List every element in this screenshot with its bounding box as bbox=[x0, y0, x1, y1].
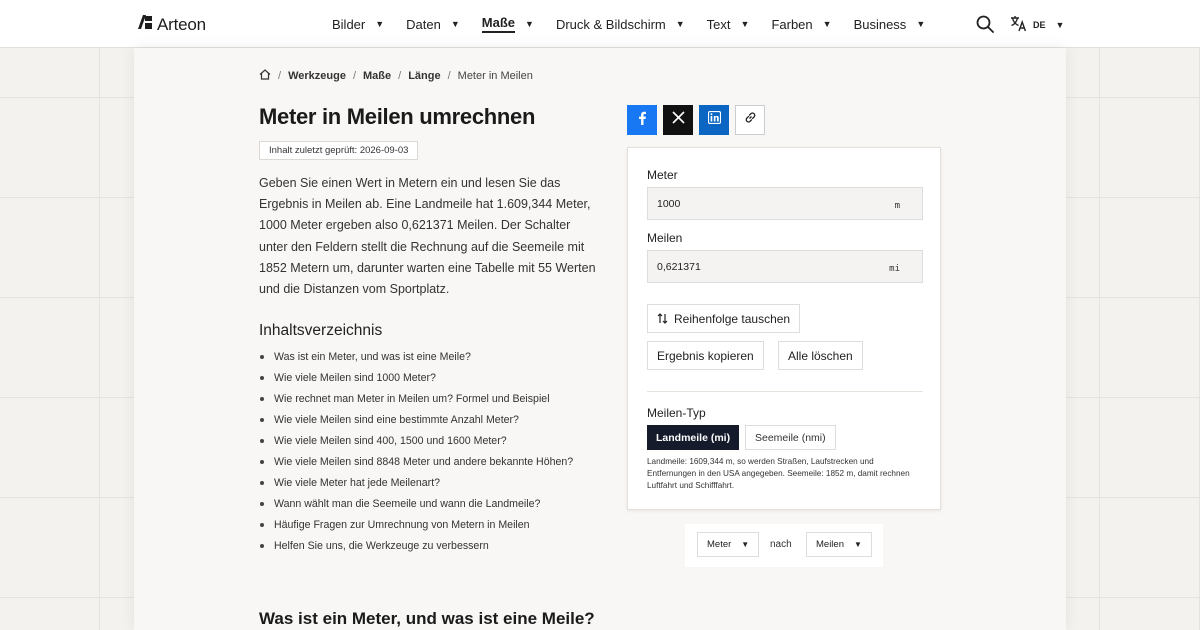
toc-item[interactable]: Wann wählt man die Seemeile und wann die… bbox=[259, 496, 573, 517]
caret-down-icon: ▼ bbox=[1055, 19, 1065, 30]
breadcrumb-item-masse[interactable]: Maße bbox=[363, 70, 391, 82]
main-navigation: Bilder ▼ Daten ▼ Maße ▼ Druck & Bildschi… bbox=[332, 0, 947, 48]
linkedin-icon bbox=[707, 110, 721, 129]
conversion-direction: Meter ▼ nach Meilen ▼ bbox=[685, 524, 883, 567]
breadcrumb-item-werkzeuge[interactable]: Werkzeuge bbox=[288, 70, 346, 82]
arteon-logo-icon bbox=[137, 14, 153, 35]
search-icon[interactable] bbox=[976, 15, 994, 38]
meter-field: m bbox=[647, 187, 923, 220]
x-icon bbox=[671, 111, 685, 129]
top-navigation-bar: Arteon Bilder ▼ Daten ▼ Maße ▼ Druck & B… bbox=[0, 0, 1200, 48]
caret-down-icon: ▼ bbox=[375, 19, 385, 29]
breadcrumb-current: Meter in Meilen bbox=[457, 70, 533, 82]
nav-item-label: Maße bbox=[481, 15, 516, 33]
swap-order-button[interactable]: Reihenfolge tauschen bbox=[647, 304, 801, 333]
meter-unit: m bbox=[894, 201, 900, 211]
meilen-field-label: Meilen bbox=[647, 231, 683, 245]
caret-down-icon: ▼ bbox=[741, 540, 750, 549]
to-unit-value: Meilen bbox=[816, 539, 844, 550]
table-of-contents: Was ist ein Meter, und was ist eine Meil… bbox=[259, 349, 573, 559]
swap-order-label: Reihenfolge tauschen bbox=[674, 311, 791, 326]
toc-item[interactable]: Wie viele Meilen sind 1000 Meter? bbox=[259, 370, 573, 391]
last-checked-badge: Inhalt zuletzt geprüft: 2026-09-03 bbox=[259, 141, 419, 160]
facebook-share-button[interactable] bbox=[627, 105, 657, 135]
swap-vertical-icon bbox=[657, 313, 668, 324]
toc-item[interactable]: Wie viele Meilen sind 400, 1500 und 1600… bbox=[259, 433, 573, 454]
nav-item-label: Text bbox=[706, 16, 731, 32]
toc-item[interactable]: Wie rechnet man Meter in Meilen um? Form… bbox=[259, 391, 573, 412]
nav-item-label: Daten bbox=[406, 16, 441, 32]
mile-type-landmeile[interactable]: Landmeile (mi) bbox=[647, 425, 740, 450]
toc-item[interactable]: Wie viele Meter hat jede Meilenart? bbox=[259, 475, 573, 496]
linkedin-share-button[interactable] bbox=[699, 105, 729, 135]
language-code: DE bbox=[1033, 19, 1046, 30]
caret-down-icon: ▼ bbox=[740, 19, 750, 29]
nav-item-druck-bildschirm[interactable]: Druck & Bildschirm ▼ bbox=[556, 17, 685, 32]
page-title: Meter in Meilen umrechnen bbox=[259, 104, 536, 129]
intro-text: Geben Sie einen Wert in Metern ein und l… bbox=[259, 176, 596, 297]
brand-logo[interactable]: Arteon bbox=[137, 14, 206, 35]
copy-link-button[interactable] bbox=[735, 105, 765, 135]
mile-type-note: Landmeile: 1609,344 m, so werden Straßen… bbox=[647, 457, 910, 490]
meilen-input[interactable] bbox=[648, 251, 878, 282]
x-share-button[interactable] bbox=[663, 105, 693, 135]
link-icon bbox=[744, 111, 757, 129]
breadcrumb: / Werkzeuge / Maße / Länge / Meter in Me… bbox=[259, 69, 533, 83]
share-buttons bbox=[627, 105, 765, 135]
nav-item-business[interactable]: Business ▼ bbox=[854, 17, 926, 32]
facebook-icon bbox=[637, 111, 647, 130]
caret-down-icon: ▼ bbox=[822, 19, 832, 29]
toc-item[interactable]: Was ist ein Meter, und was ist eine Meil… bbox=[259, 349, 573, 370]
meter-field-label: Meter bbox=[647, 168, 678, 182]
breadcrumb-separator: / bbox=[398, 70, 402, 82]
toc-item[interactable]: Wie viele Meilen sind 8848 Meter und and… bbox=[259, 454, 573, 475]
caret-down-icon: ▼ bbox=[450, 19, 460, 29]
meilen-field: mi bbox=[647, 250, 923, 283]
language-selector[interactable]: DE ▼ bbox=[1010, 15, 1064, 34]
clear-all-button[interactable]: Alle löschen bbox=[778, 341, 863, 370]
breadcrumb-item-laenge[interactable]: Länge bbox=[408, 70, 440, 82]
toc-item[interactable]: Häufige Fragen zur Umrechnung von Metern… bbox=[259, 517, 573, 538]
copy-result-button[interactable]: Ergebnis kopieren bbox=[647, 341, 764, 370]
caret-down-icon: ▼ bbox=[916, 19, 926, 29]
nav-item-label: Bilder bbox=[332, 16, 366, 32]
from-unit-value: Meter bbox=[707, 539, 732, 550]
mile-type-seemeile[interactable]: Seemeile (nmi) bbox=[745, 425, 836, 450]
toc-item[interactable]: Wie viele Meilen sind eine bestimmte Anz… bbox=[259, 412, 573, 433]
meter-input[interactable] bbox=[648, 188, 878, 219]
direction-word: nach bbox=[770, 539, 792, 550]
nav-item-masse[interactable]: Maße ▼ bbox=[481, 15, 534, 33]
section-heading: Was ist ein Meter, und was ist eine Meil… bbox=[259, 609, 595, 628]
caret-down-icon: ▼ bbox=[525, 19, 534, 29]
caret-down-icon: ▼ bbox=[854, 540, 862, 549]
to-unit-select[interactable]: Meilen ▼ bbox=[806, 532, 872, 557]
nav-item-label: Farben bbox=[771, 16, 813, 32]
nav-item-farben[interactable]: Farben ▼ bbox=[771, 17, 831, 32]
from-unit-select[interactable]: Meter ▼ bbox=[697, 532, 760, 557]
breadcrumb-separator: / bbox=[447, 70, 451, 82]
converter-card: Meter m Meilen mi Reihenfolge tauschen E… bbox=[627, 147, 941, 510]
nav-item-daten[interactable]: Daten ▼ bbox=[406, 17, 460, 32]
nav-item-label: Business bbox=[853, 16, 907, 32]
mile-type-label: Meilen-Typ bbox=[647, 406, 706, 420]
breadcrumb-separator: / bbox=[352, 70, 356, 82]
nav-item-text[interactable]: Text ▼ bbox=[707, 17, 750, 32]
home-icon[interactable] bbox=[259, 69, 271, 83]
caret-down-icon: ▼ bbox=[675, 19, 685, 29]
divider bbox=[647, 391, 923, 392]
breadcrumb-separator: / bbox=[278, 70, 282, 82]
translate-icon bbox=[1010, 15, 1027, 34]
nav-item-bilder[interactable]: Bilder ▼ bbox=[332, 17, 384, 32]
brand-name: Arteon bbox=[157, 14, 206, 34]
toc-item[interactable]: Helfen Sie uns, die Werkzeuge zu verbess… bbox=[259, 538, 573, 559]
toc-title: Inhaltsverzeichnis bbox=[259, 322, 383, 339]
nav-item-label: Druck & Bildschirm bbox=[555, 16, 666, 32]
meilen-unit: mi bbox=[889, 264, 900, 274]
